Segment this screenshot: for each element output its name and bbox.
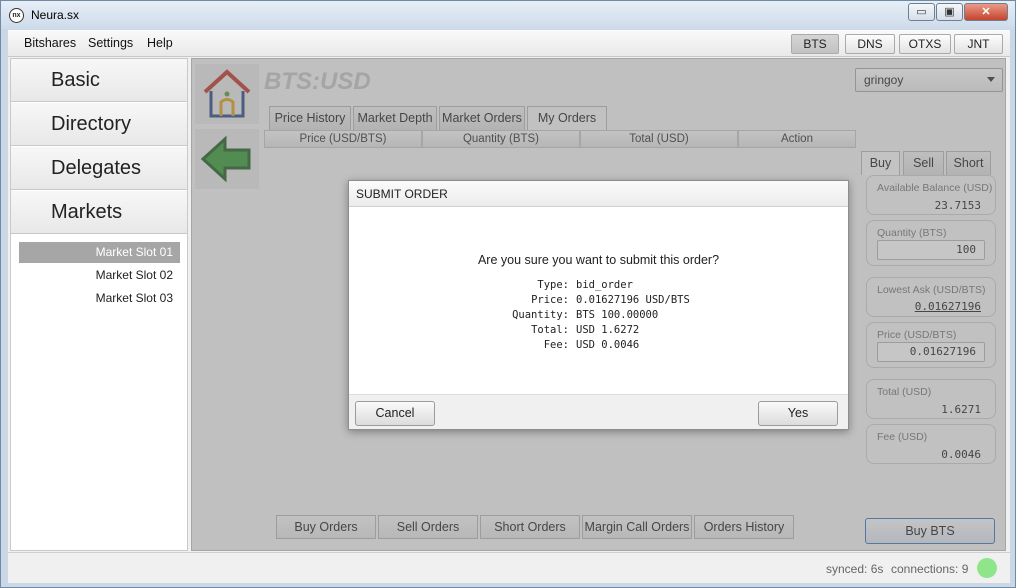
market-slot-01[interactable]: Market Slot 01	[19, 242, 180, 263]
yes-button[interactable]: Yes	[758, 401, 838, 426]
order-quantity-value: BTS 100.00000	[576, 309, 659, 321]
market-slot-03[interactable]: Market Slot 03	[19, 288, 180, 309]
order-total-label: Total:	[531, 324, 569, 336]
neura-logo-icon: nx	[9, 8, 24, 23]
nav-directory[interactable]: Directory	[11, 103, 187, 146]
order-total-row: Total: USD 1.6272	[349, 324, 848, 339]
order-quantity-label: Quantity:	[512, 309, 569, 321]
sidebar: Basic Directory Delegates Markets Market…	[10, 58, 188, 551]
order-type-value: bid_order	[576, 279, 633, 291]
sync-status: synced: 6s	[826, 562, 884, 576]
order-fee-row: Fee: USD 0.0046	[349, 339, 848, 354]
dialog-title: SUBMIT ORDER	[349, 181, 848, 207]
asset-button-jnt[interactable]: JNT	[954, 34, 1003, 54]
menu-help[interactable]: Help	[147, 36, 173, 50]
app-window: nx Neura.sx ▭ ▣ ✕ Bitshares Settings Hel…	[0, 0, 1016, 588]
dialog-footer: Cancel Yes	[349, 394, 848, 429]
title-bar: nx Neura.sx ▭ ▣ ✕	[1, 1, 1015, 29]
nav-basic[interactable]: Basic	[11, 59, 187, 102]
menu-settings[interactable]: Settings	[88, 36, 133, 50]
asset-button-bts[interactable]: BTS	[791, 34, 839, 54]
close-icon[interactable]: ✕	[964, 3, 1008, 21]
order-fee-label: Fee:	[543, 339, 569, 351]
connection-status-icon	[977, 558, 997, 578]
nav-markets[interactable]: Markets	[11, 191, 187, 234]
window-title: Neura.sx	[31, 8, 80, 22]
order-fee-value: USD 0.0046	[576, 339, 640, 351]
maximize-icon[interactable]: ▣	[936, 3, 963, 21]
minimize-icon[interactable]: ▭	[908, 3, 935, 21]
market-slot-02[interactable]: Market Slot 02	[19, 265, 180, 286]
menu-bitshares[interactable]: Bitshares	[24, 36, 76, 50]
status-bar: synced: 6s connections: 9	[8, 552, 1010, 583]
order-price-row: Price: 0.01627196 USD/BTS	[349, 294, 848, 309]
nav-delegates[interactable]: Delegates	[11, 147, 187, 190]
asset-button-dns[interactable]: DNS	[845, 34, 895, 54]
order-price-value: 0.01627196 USD/BTS	[576, 294, 690, 306]
asset-button-otxs[interactable]: OTXS	[899, 34, 951, 54]
order-quantity-row: Quantity: BTS 100.00000	[349, 309, 848, 324]
connection-count: connections: 9	[891, 562, 969, 576]
menu-bar: Bitshares Settings Help BTS DNS OTXS JNT	[8, 30, 1010, 57]
order-type-row: Type: bid_order	[349, 279, 848, 294]
order-type-label: Type:	[537, 279, 569, 291]
dialog-question: Are you sure you want to submit this ord…	[477, 253, 720, 267]
submit-order-dialog: SUBMIT ORDER Are you sure you want to su…	[348, 180, 849, 430]
order-price-label: Price:	[531, 294, 569, 306]
order-total-value: USD 1.6272	[576, 324, 640, 336]
cancel-button[interactable]: Cancel	[355, 401, 435, 426]
